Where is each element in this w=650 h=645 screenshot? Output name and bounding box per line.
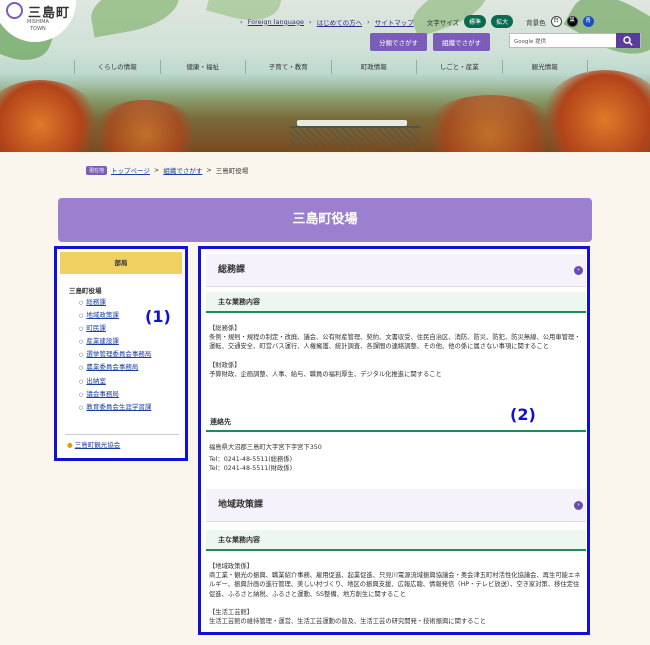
arrow-icon: › (367, 17, 370, 26)
chevron-right-icon: › (574, 501, 583, 510)
search-buttons: 分類でさがす 組織でさがす (370, 33, 490, 51)
breadcrumb-org[interactable]: 組織でさがす (163, 165, 202, 175)
divider (65, 434, 179, 435)
sidebar-heading: 部局 (60, 252, 182, 274)
autumn-foliage (540, 70, 650, 152)
sidebar-item[interactable]: 町民課 (79, 322, 151, 335)
bullet-icon: ● (67, 441, 73, 449)
header-banner: 三島町 MISHIMA TOWN › Foreign language › はじめての… (0, 0, 650, 152)
nav-town-admin[interactable]: 町政情報 (332, 60, 417, 74)
duties-text: 【総務係】 条例・規則・規程の制定・改廃、議会、公有財産管理、契約、文書収受、住… (209, 325, 581, 378)
utility-bar: › Foreign language › はじめての方へ › サイトマップ 文字サイズ… (240, 15, 594, 28)
sidebar-item[interactable]: 出納室 (79, 375, 151, 388)
bridge-image (290, 126, 420, 146)
duties-heading: 主な業務内容 (206, 292, 586, 313)
autumn-foliage (90, 100, 200, 152)
search-input[interactable]: Google 提供 (510, 37, 616, 45)
page-title: 三島町役場 (58, 198, 592, 242)
bg-blue-button[interactable]: 青 (582, 16, 594, 27)
link-first-visit[interactable]: はじめての方へ (317, 17, 363, 27)
bg-black-button[interactable]: 黒 (566, 16, 578, 27)
search-by-org-button[interactable]: 組織でさがす (433, 33, 490, 51)
search-box: Google 提供 (509, 33, 641, 48)
sidebar: 部局 三島町役場 総務課 地域政策課 町民課 産業建設課 選挙管理委員会事務局 … (54, 246, 188, 461)
callout-label-1: (1) (145, 307, 171, 326)
sidebar-item[interactable]: 農業委員会事務局 (79, 361, 151, 374)
section-title-soumu[interactable]: 総務課 › (206, 254, 586, 287)
main-content: 総務課 › 主な業務内容 【総務係】 条例・規則・規程の制定・改廃、議会、公有財産… (198, 246, 590, 635)
arrow-icon: › (240, 17, 243, 26)
link-sitemap[interactable]: サイトマップ (375, 17, 414, 27)
breadcrumb-current: 三島町役場 (215, 167, 249, 175)
sidebar-item[interactable]: 選挙管理委員会事務局 (79, 348, 151, 361)
search-button[interactable] (616, 33, 640, 48)
search-icon (623, 35, 633, 46)
sidebar-item[interactable]: 総務課 (79, 296, 151, 309)
breadcrumb-home[interactable]: トップページ (111, 165, 150, 175)
nav-health[interactable]: 健康・福祉 (161, 60, 246, 74)
link-foreign-language[interactable]: Foreign language (248, 18, 304, 26)
nav-industry[interactable]: しごと・産業 (417, 60, 503, 74)
autumn-foliage (0, 80, 100, 152)
town-emblem-icon (6, 2, 23, 19)
bg-white-button[interactable]: 白 (550, 16, 562, 27)
tourism-association-link[interactable]: ● 三島町観光協会 (67, 439, 120, 449)
current-location-badge: 現在地 (86, 165, 108, 175)
duties-text: 【地域政策係】 商工業・観光の振興、職業紹介事務、雇用促進、起業促進、只見川電源… (209, 563, 581, 626)
breadcrumb: 現在地 トップページ > 組織でさがす > 三島町役場 (86, 165, 248, 175)
sidebar-item[interactable]: 教育委員会生涯学習課 (79, 401, 151, 414)
sidebar-org-name: 三島町役場 (69, 287, 102, 295)
contact-text: 福島県大沼郡三島町大字宮下字宮下350 Tel：0241-48-5511(総務係… (209, 444, 322, 473)
font-standard-button[interactable]: 標準 (464, 15, 487, 28)
font-size-label: 文字サイズ (426, 18, 460, 27)
sidebar-item[interactable]: 産業建設課 (79, 335, 151, 348)
section-title-chiiki[interactable]: 地域政策課 › (206, 489, 586, 522)
bg-color-label: 背景色 (526, 18, 546, 27)
autumn-foliage (420, 95, 560, 152)
sidebar-item[interactable]: 地域政策課 (79, 309, 151, 322)
nav-tourism[interactable]: 観光情報 (503, 60, 588, 74)
search-by-category-button[interactable]: 分類でさがす (370, 33, 427, 51)
leaf-decoration (86, 0, 184, 38)
sidebar-item[interactable]: 議会事務局 (79, 388, 151, 401)
nav-childcare[interactable]: 子育て・教育 (246, 60, 332, 74)
callout-label-2: (2) (510, 405, 536, 424)
chevron-right-icon: › (574, 266, 583, 275)
font-large-button[interactable]: 拡大 (491, 15, 514, 28)
arrow-icon: › (309, 17, 312, 26)
duties-heading: 主な業務内容 (206, 530, 586, 551)
nav-living[interactable]: くらしの情報 (75, 60, 161, 74)
global-nav: くらしの情報 健康・福祉 子育て・教育 町政情報 しごと・産業 観光情報 (74, 60, 588, 74)
sidebar-list: 総務課 地域政策課 町民課 産業建設課 選挙管理委員会事務局 農業委員会事務局 … (79, 296, 151, 414)
